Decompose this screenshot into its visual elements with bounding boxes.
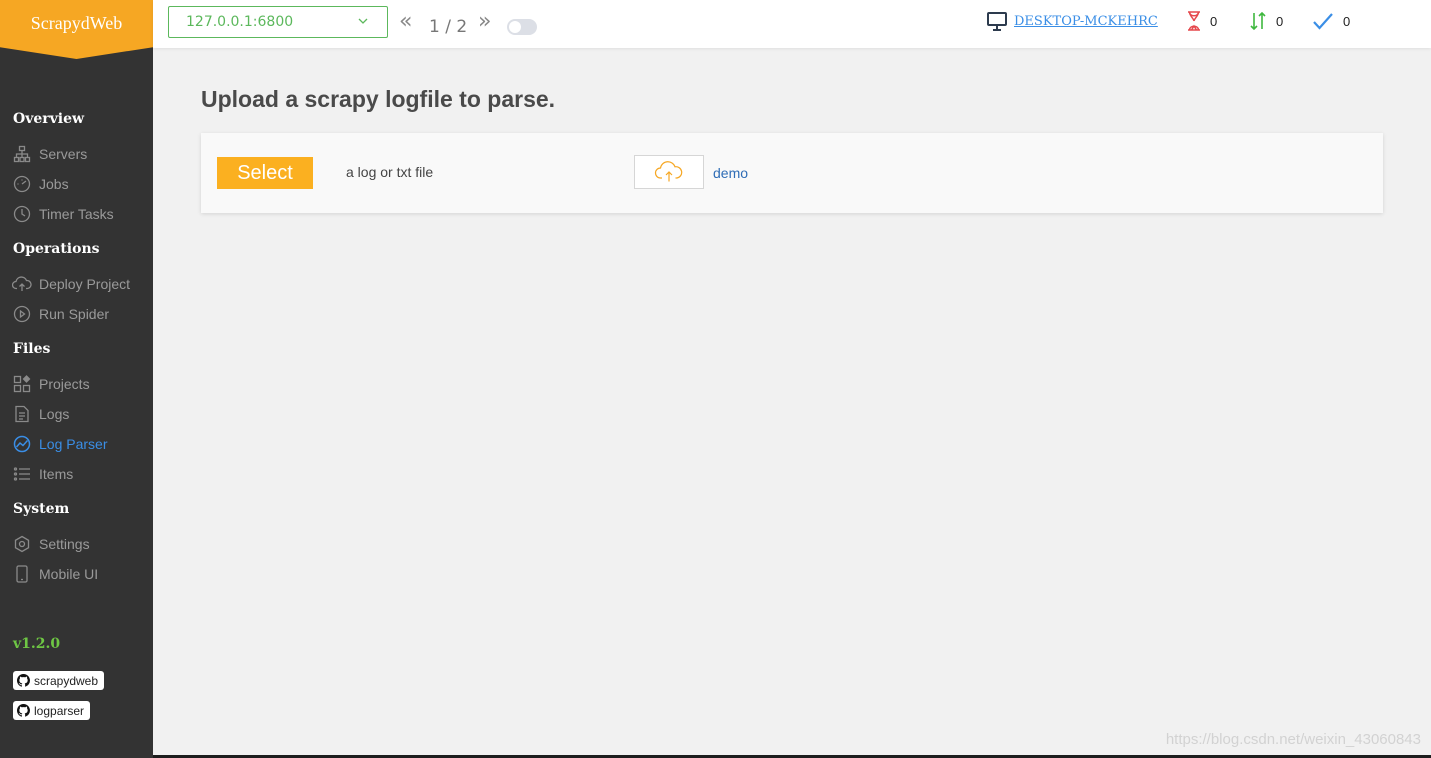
section-title-system: System xyxy=(13,501,70,517)
app-logo[interactable]: ScrapydWeb xyxy=(0,0,153,59)
settings-icon xyxy=(12,534,32,554)
watermark: https://blog.csdn.net/weixin_43060843 xyxy=(1165,731,1421,748)
sidebar-item-label: Run Spider xyxy=(39,306,110,322)
sidebar-item-logs[interactable]: Logs xyxy=(12,403,69,425)
sidebar-item-label: Items xyxy=(39,466,74,482)
app-version: v1.2.0 xyxy=(13,636,61,652)
sidebar-item-label: Mobile UI xyxy=(39,566,99,582)
toggle-knob xyxy=(509,21,521,33)
list-icon xyxy=(12,464,32,484)
hourglass-icon xyxy=(1188,11,1200,31)
top-bar: 127.0.0.1:6800 « 1 / 2 » DESKTOP-MCKEHRC… xyxy=(153,0,1431,48)
upload-cloud-icon xyxy=(12,274,32,294)
github-badge-label: logparser xyxy=(34,703,85,718)
sidebar-item-mobile-ui[interactable]: Mobile UI xyxy=(12,563,98,585)
server-select-value: 127.0.0.1:6800 xyxy=(186,14,294,30)
github-badge-logparser[interactable]: logparser xyxy=(13,701,91,720)
section-title-overview: Overview xyxy=(13,111,85,127)
pending-count-value: 0 xyxy=(1210,13,1218,29)
document-icon xyxy=(12,404,32,424)
running-count-value: 0 xyxy=(1276,13,1284,29)
demo-link[interactable]: demo xyxy=(713,165,748,181)
play-icon xyxy=(12,304,32,324)
prev-page-button[interactable]: « xyxy=(399,11,412,33)
checkmark-icon xyxy=(1313,13,1333,30)
server-select[interactable]: 127.0.0.1:6800 xyxy=(168,6,388,38)
sidebar-item-jobs[interactable]: Jobs xyxy=(12,173,69,195)
sidebar-item-servers[interactable]: Servers xyxy=(12,143,87,165)
github-badge-label: scrapydweb xyxy=(34,673,99,688)
finished-count[interactable]: 0 xyxy=(1312,11,1350,31)
mobile-icon xyxy=(12,564,32,584)
finished-count-value: 0 xyxy=(1343,13,1351,29)
sidebar-item-label: Settings xyxy=(39,536,90,552)
sort-arrows-icon xyxy=(1250,11,1266,31)
sidebar-item-run-spider[interactable]: Run Spider xyxy=(12,303,109,325)
timer-icon xyxy=(12,204,32,224)
monitor-icon xyxy=(987,12,1007,31)
demo-upload-button[interactable] xyxy=(634,155,704,189)
upload-cloud-icon xyxy=(654,161,683,182)
chevron-down-icon xyxy=(358,18,368,24)
github-icon xyxy=(17,674,30,687)
sidebar-item-timer-tasks[interactable]: Timer Tasks xyxy=(12,203,114,225)
servers-icon xyxy=(12,144,32,164)
sidebar-item-log-parser[interactable]: Log Parser xyxy=(12,433,107,455)
sidebar-item-deploy-project[interactable]: Deploy Project xyxy=(12,273,130,295)
sidebar-item-label: Logs xyxy=(39,406,70,422)
host-name[interactable]: DESKTOP-MCKEHRC xyxy=(1014,14,1158,29)
sidebar: ScrapydWeb Overview Servers Jobs Timer T… xyxy=(0,0,153,758)
page-title: Upload a scrapy logfile to parse. xyxy=(201,86,556,112)
chart-icon xyxy=(12,434,32,454)
github-badge-scrapydweb[interactable]: scrapydweb xyxy=(13,671,105,690)
file-type-hint: a log or txt file xyxy=(346,164,434,180)
sidebar-item-label: Projects xyxy=(39,376,90,392)
pending-count[interactable]: 0 xyxy=(1187,11,1217,31)
upload-card: Select a log or txt file demo xyxy=(201,133,1383,213)
section-title-files: Files xyxy=(13,341,51,357)
select-file-button[interactable]: Select xyxy=(217,157,313,189)
jobs-icon xyxy=(12,174,32,194)
running-count[interactable]: 0 xyxy=(1249,11,1283,31)
sidebar-item-label: Log Parser xyxy=(39,436,108,452)
sidebar-item-label: Deploy Project xyxy=(39,276,131,292)
next-page-button[interactable]: » xyxy=(478,11,491,33)
sidebar-item-settings[interactable]: Settings xyxy=(12,533,90,555)
sidebar-item-label: Timer Tasks xyxy=(39,206,114,222)
sidebar-item-label: Jobs xyxy=(39,176,69,192)
host-link[interactable]: DESKTOP-MCKEHRC xyxy=(987,12,1158,31)
github-icon xyxy=(17,704,30,717)
projects-icon xyxy=(12,374,32,394)
section-title-operations: Operations xyxy=(13,241,100,257)
page-indicator: 1 / 2 xyxy=(429,17,468,37)
sidebar-item-items[interactable]: Items xyxy=(12,463,73,485)
toggle-switch[interactable] xyxy=(507,19,537,35)
sidebar-item-label: Servers xyxy=(39,146,88,162)
sidebar-item-projects[interactable]: Projects xyxy=(12,373,90,395)
